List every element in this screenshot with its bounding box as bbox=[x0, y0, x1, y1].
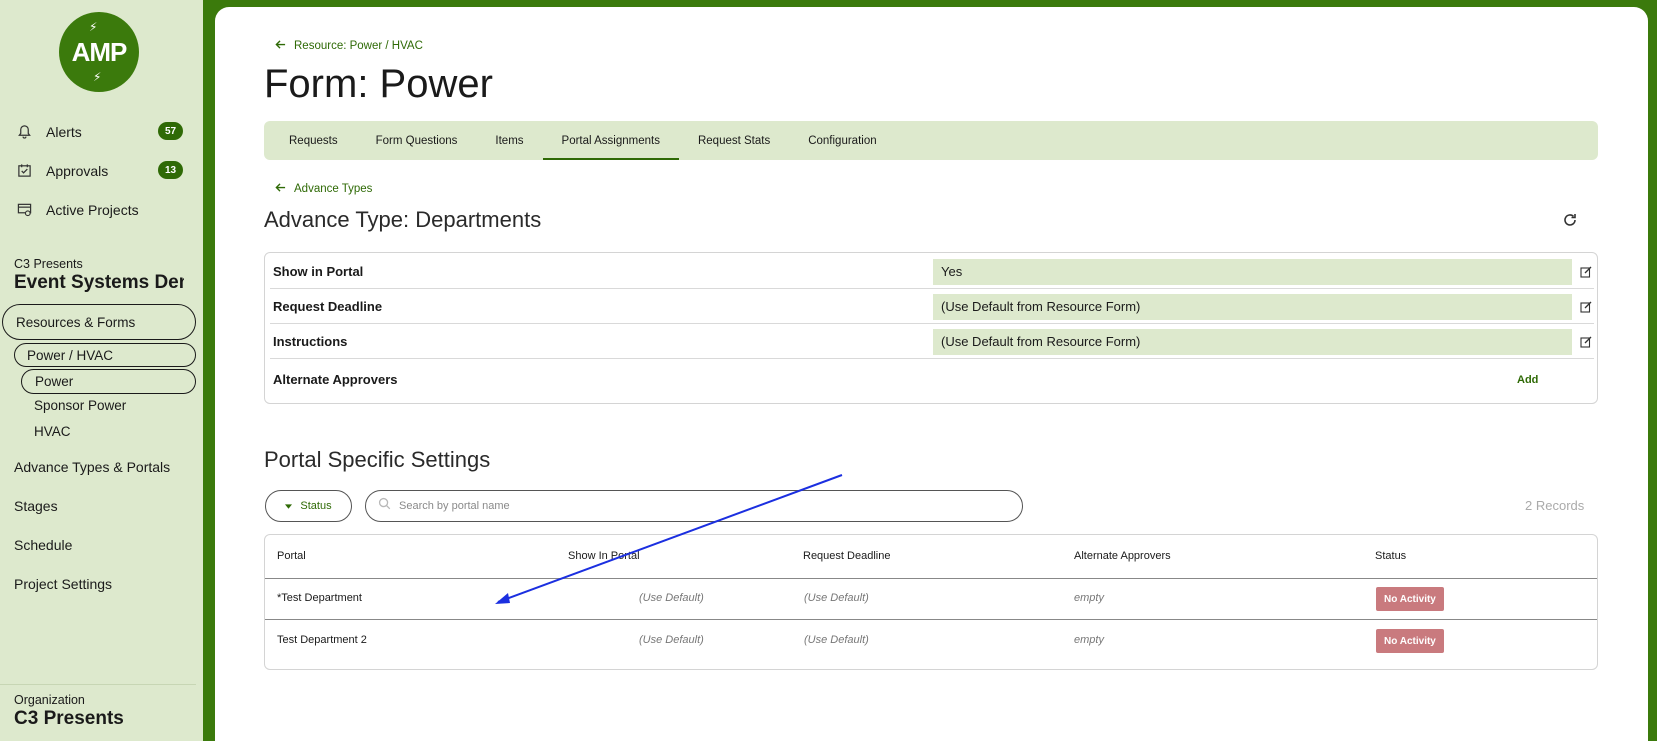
arrow-left-icon bbox=[275, 182, 286, 196]
column-header[interactable]: Alternate Approvers bbox=[1074, 550, 1171, 562]
org-label: Organization bbox=[14, 693, 85, 707]
back-link-label: Advance Types bbox=[294, 183, 373, 195]
nav-schedule[interactable]: Schedule bbox=[14, 537, 72, 553]
nav-alerts[interactable]: Alerts 57 bbox=[0, 112, 203, 151]
table-row[interactable]: Test Department 2 (Use Default) (Use Def… bbox=[265, 621, 1597, 662]
alternate-approvers-cell: empty bbox=[1074, 634, 1104, 646]
refresh-icon[interactable] bbox=[1562, 212, 1580, 230]
nav-stages[interactable]: Stages bbox=[14, 498, 58, 514]
spark-icon: ⚡ bbox=[93, 70, 102, 84]
nav-hvac[interactable]: HVAC bbox=[34, 424, 71, 439]
show-in-portal-value[interactable]: Yes bbox=[933, 258, 1572, 285]
alternate-approvers-cell: empty bbox=[1074, 592, 1104, 604]
nav-alerts-label: Alerts bbox=[46, 123, 82, 140]
add-approver-button[interactable]: Add bbox=[1517, 374, 1538, 386]
tab-items[interactable]: Items bbox=[476, 121, 542, 160]
portal-table: Portal Show In Portal Request Deadline A… bbox=[264, 534, 1598, 670]
nav-approvals-label: Approvals bbox=[46, 162, 109, 179]
records-count: 2 Records bbox=[1525, 498, 1585, 513]
main-panel: Resource: Power / HVAC Form: Power Reque… bbox=[215, 7, 1648, 741]
portal-section-title: Portal Specific Settings bbox=[264, 447, 491, 472]
page-title: Form: Power bbox=[264, 62, 493, 106]
current-project[interactable]: C3 Presents Event Systems Demo bbox=[14, 257, 196, 294]
setting-label: Request Deadline bbox=[273, 299, 383, 314]
request-deadline-value[interactable]: (Use Default from Resource Form) bbox=[933, 293, 1572, 320]
portal-search[interactable] bbox=[365, 490, 1023, 522]
tab-portal-assignments[interactable]: Portal Assignments bbox=[542, 121, 680, 160]
tab-request-stats[interactable]: Request Stats bbox=[679, 121, 789, 160]
search-input[interactable] bbox=[399, 500, 999, 512]
breadcrumb-label: Resource: Power / HVAC bbox=[294, 40, 423, 52]
nav-advance-types[interactable]: Advance Types & Portals bbox=[14, 459, 170, 475]
nav-project-settings[interactable]: Project Settings bbox=[14, 576, 112, 592]
status-filter-button[interactable]: Status bbox=[265, 490, 352, 522]
alerts-count-badge: 57 bbox=[158, 122, 183, 140]
request-deadline-cell: (Use Default) bbox=[804, 634, 869, 646]
edit-icon[interactable] bbox=[1580, 300, 1594, 314]
projects-icon bbox=[16, 202, 32, 218]
nav-active-projects[interactable]: Active Projects bbox=[0, 190, 203, 229]
status-badge: No Activity bbox=[1376, 587, 1444, 611]
setting-label: Show in Portal bbox=[273, 264, 364, 279]
section-title: Advance Type: Departments bbox=[264, 207, 542, 232]
setting-row-alternate-approvers: Alternate Approvers Add bbox=[270, 361, 1594, 398]
column-header[interactable]: Status bbox=[1375, 550, 1406, 562]
nav-active-projects-label: Active Projects bbox=[46, 201, 139, 218]
tab-form-questions[interactable]: Form Questions bbox=[357, 121, 477, 160]
project-name: Event Systems Demo bbox=[14, 272, 184, 293]
status-badge: No Activity bbox=[1376, 629, 1444, 653]
setting-row-instructions: Instructions (Use Default from Resource … bbox=[270, 323, 1594, 360]
organization-switcher[interactable]: Organization C3 Presents bbox=[0, 684, 196, 730]
column-header[interactable]: Portal bbox=[277, 550, 306, 562]
search-icon bbox=[378, 497, 391, 515]
setting-row-request-deadline: Request Deadline (Use Default from Resou… bbox=[270, 288, 1594, 325]
project-org: C3 Presents bbox=[14, 257, 83, 271]
tab-configuration[interactable]: Configuration bbox=[789, 121, 895, 160]
nav-power-hvac[interactable]: Power / HVAC bbox=[14, 343, 196, 367]
checkbox-icon bbox=[16, 163, 32, 179]
column-header[interactable]: Show In Portal bbox=[568, 550, 640, 562]
table-row[interactable]: *Test Department (Use Default) (Use Defa… bbox=[265, 579, 1597, 620]
org-name: C3 Presents bbox=[14, 708, 124, 729]
sidebar: AMP ⚡ ⚡ Alerts 57 Approvals 13 Active Pr… bbox=[0, 0, 203, 741]
show-in-portal-cell: (Use Default) bbox=[639, 634, 704, 646]
nav-power[interactable]: Power bbox=[21, 369, 196, 394]
amp-logo[interactable]: AMP ⚡ ⚡ bbox=[59, 12, 139, 92]
caret-down-icon bbox=[285, 500, 293, 512]
nav-sponsor-power[interactable]: Sponsor Power bbox=[34, 398, 126, 413]
setting-label: Alternate Approvers bbox=[273, 372, 398, 387]
edit-icon[interactable] bbox=[1580, 265, 1594, 279]
setting-label: Instructions bbox=[273, 334, 348, 349]
column-header[interactable]: Request Deadline bbox=[803, 550, 890, 562]
breadcrumb[interactable]: Resource: Power / HVAC bbox=[275, 39, 423, 53]
tab-requests[interactable]: Requests bbox=[270, 121, 357, 160]
portal-name: *Test Department bbox=[277, 592, 362, 604]
request-deadline-cell: (Use Default) bbox=[804, 592, 869, 604]
edit-icon[interactable] bbox=[1580, 335, 1594, 349]
portal-name: Test Department 2 bbox=[277, 634, 367, 646]
back-link[interactable]: Advance Types bbox=[275, 182, 372, 196]
status-filter-label: Status bbox=[300, 500, 332, 512]
arrow-left-icon bbox=[275, 39, 286, 53]
divider bbox=[270, 358, 1594, 359]
show-in-portal-cell: (Use Default) bbox=[639, 592, 704, 604]
setting-row-show-in-portal: Show in Portal Yes bbox=[270, 253, 1594, 290]
nav-resources-forms[interactable]: Resources & Forms bbox=[2, 304, 196, 340]
bell-icon bbox=[16, 124, 32, 140]
table-header: Portal Show In Portal Request Deadline A… bbox=[265, 535, 1597, 579]
spark-icon: ⚡ bbox=[89, 20, 98, 34]
nav-approvals[interactable]: Approvals 13 bbox=[0, 151, 203, 190]
primary-nav: Alerts 57 Approvals 13 Active Projects bbox=[0, 112, 203, 229]
approvals-count-badge: 13 bbox=[158, 161, 183, 179]
logo-text: AMP bbox=[71, 36, 128, 67]
instructions-value[interactable]: (Use Default from Resource Form) bbox=[933, 328, 1572, 355]
settings-card: Show in Portal Yes Request Deadline (Use… bbox=[264, 252, 1598, 404]
form-tabs: Requests Form Questions Items Portal Ass… bbox=[264, 121, 1598, 160]
